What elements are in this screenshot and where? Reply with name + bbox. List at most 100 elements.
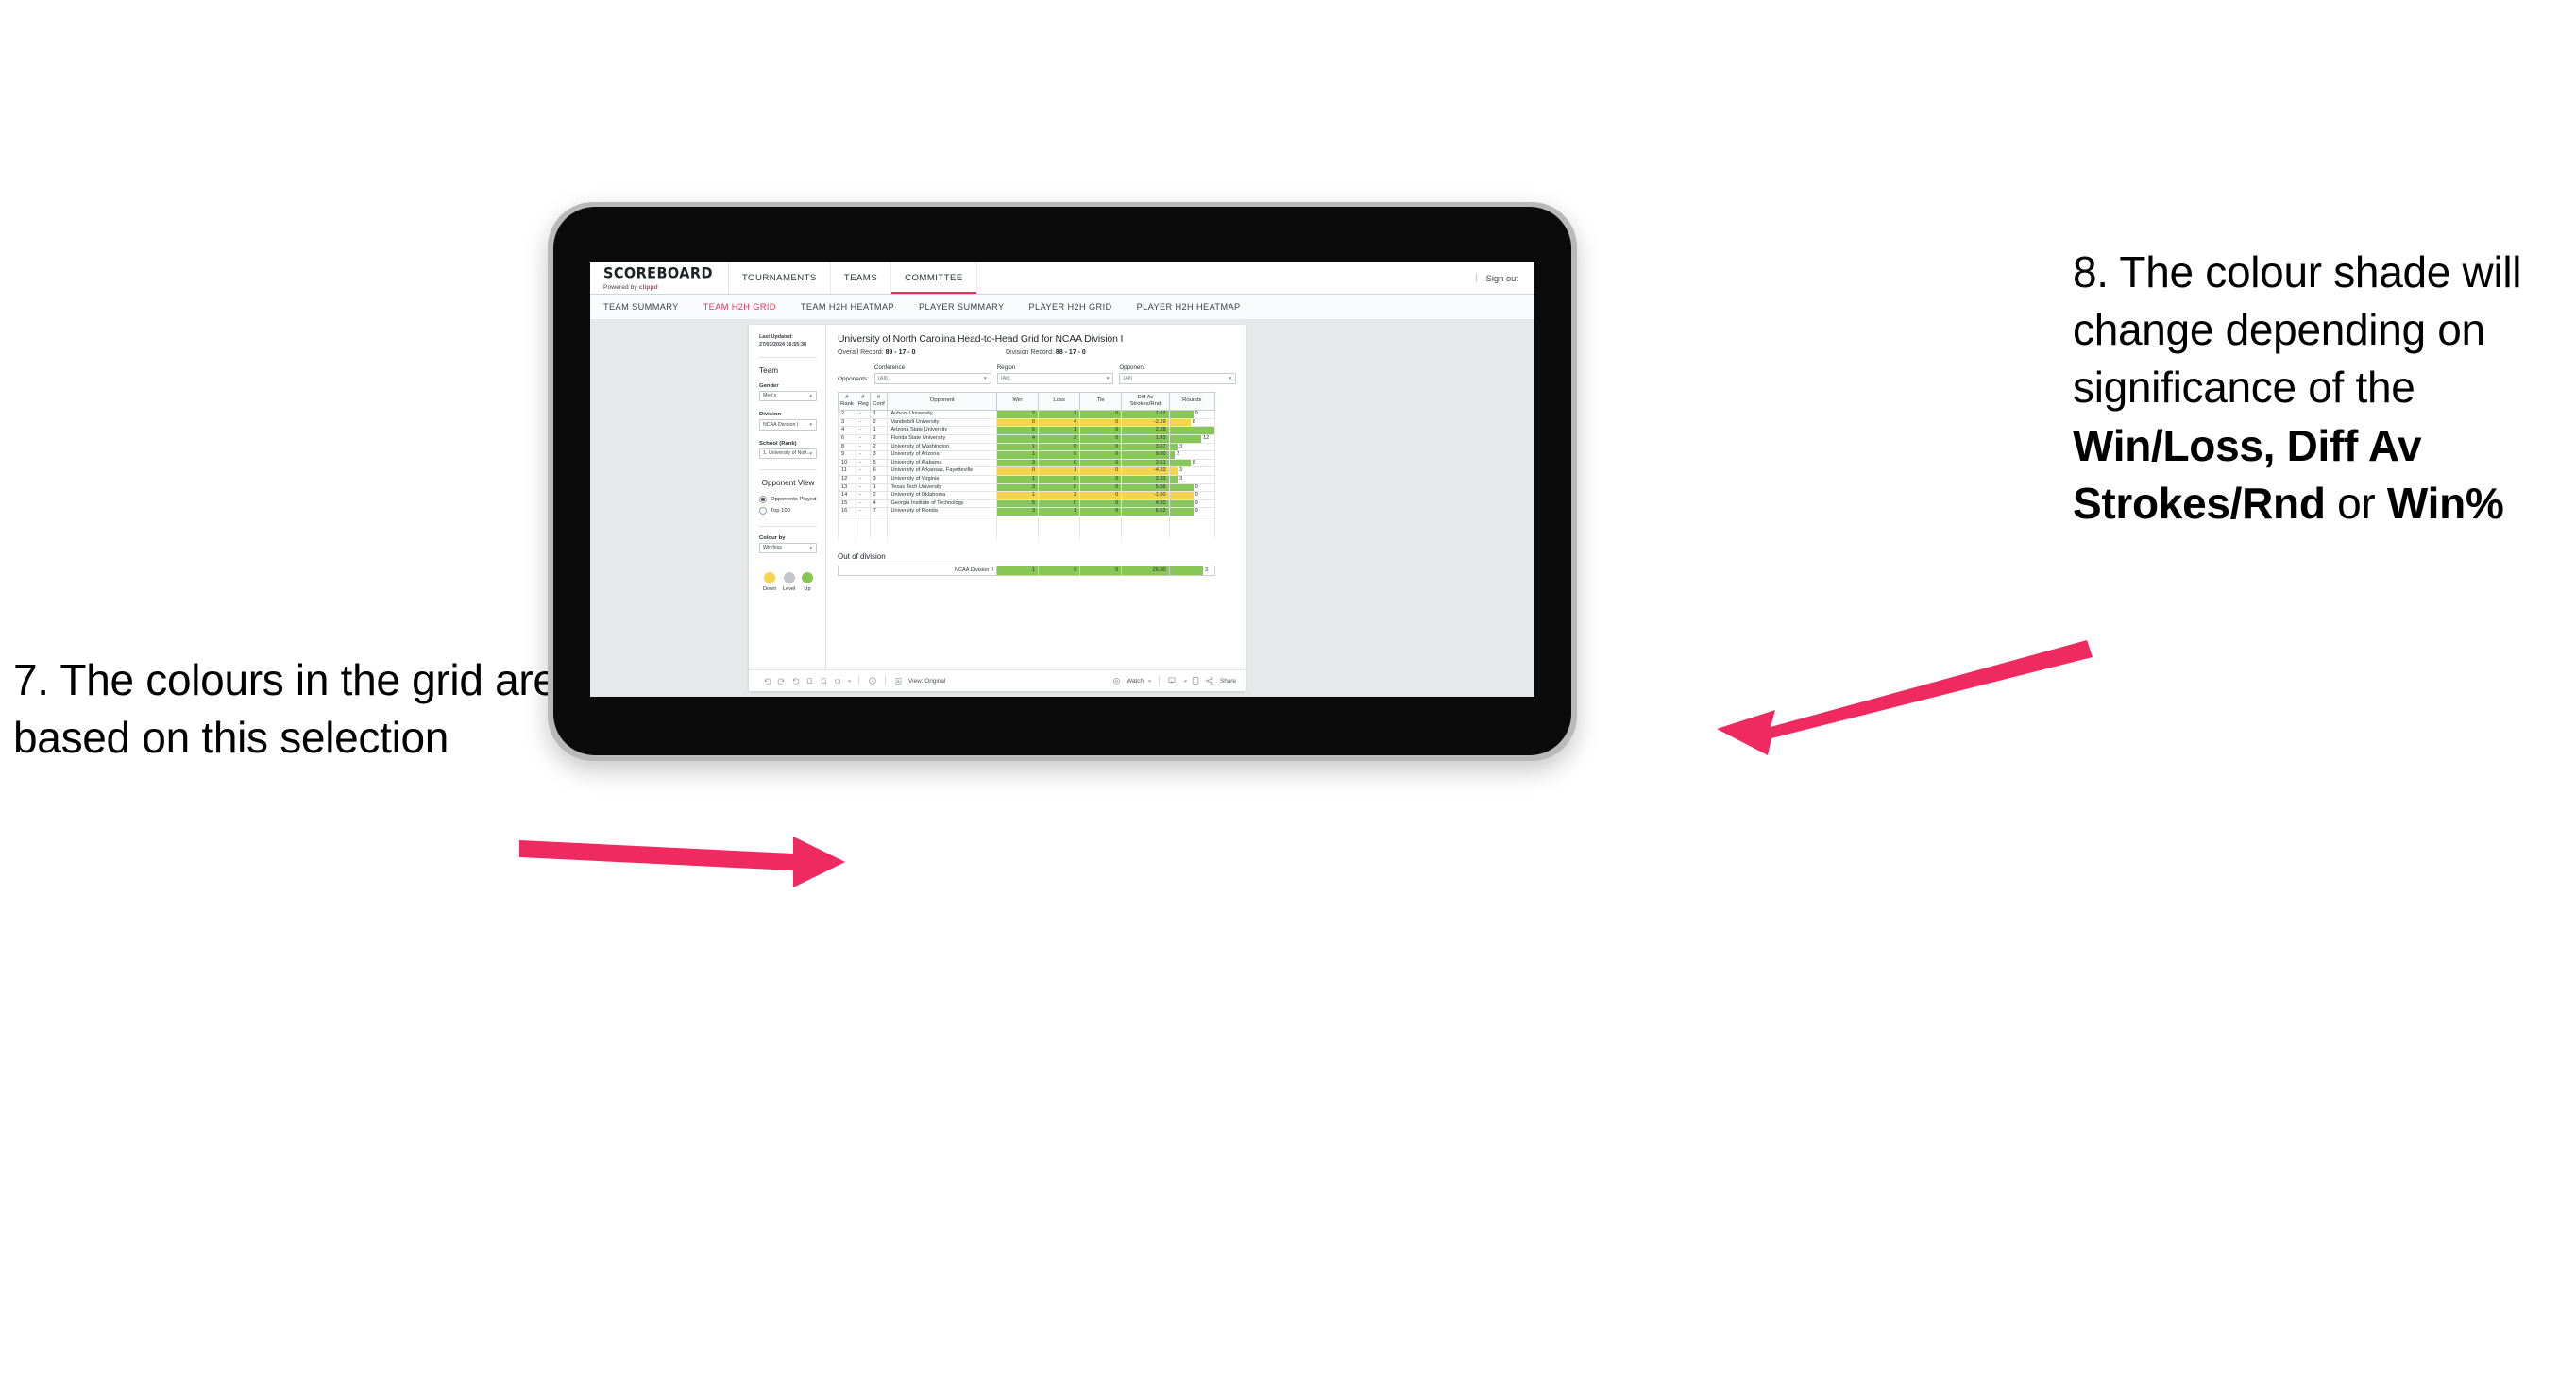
pause-icon[interactable] xyxy=(817,674,831,688)
topnav-item-teams[interactable]: TEAMS xyxy=(831,262,892,294)
cell-reg: - xyxy=(855,466,871,476)
cell-rounds: 17 xyxy=(1168,426,1216,436)
table-row[interactable]: 6-2 Florida State University 4 2 0 1.83 12 xyxy=(838,434,1216,444)
cell-loss: 0 xyxy=(1038,442,1081,452)
table-row[interactable]: 10-5 University of Alabama 3 0 0 2.61 8 xyxy=(838,458,1216,468)
sidebar-divider-2 xyxy=(759,469,817,471)
topnav-item-committee[interactable]: COMMITTEE xyxy=(891,262,977,294)
sidebar-divider-1 xyxy=(759,356,817,358)
cell-win: 3 xyxy=(995,458,1040,468)
view-title: University of North Carolina Head-to-Hea… xyxy=(838,334,1124,345)
redo-icon[interactable] xyxy=(774,674,788,688)
table-row[interactable]: 15-4 Georgia Institute of Technology 5 0 0 4.… xyxy=(838,499,1216,509)
watch-button[interactable]: Watch xyxy=(1110,674,1153,688)
colour-legend: Down Level Up xyxy=(759,564,817,592)
cell-rounds: 9 xyxy=(1168,491,1216,500)
out-of-division-table: NCAA Division II 1 0 0 26.00 3 xyxy=(838,566,1216,576)
filter-conference-select[interactable]: (All) ▼ xyxy=(874,373,991,384)
table-row[interactable]: 8-2 University of Washington 1 0 0 3.67 3 xyxy=(838,442,1216,452)
annotation-left-text: 7. The colours in the grid are based on … xyxy=(13,655,557,763)
watch-icon xyxy=(1110,674,1124,688)
table-row[interactable]: 3-2 Vanderbilt University 0 4 0 -2.29 8 xyxy=(838,417,1216,428)
fullscreen-icon[interactable] xyxy=(1189,674,1203,688)
cell-tie: 0 xyxy=(1079,466,1123,476)
cell-reg: - xyxy=(855,426,871,436)
signout-link[interactable]: Sign out xyxy=(1486,273,1518,283)
cell-conf: 3 xyxy=(869,475,889,484)
col-win[interactable]: Win xyxy=(995,391,1040,412)
col-loss-l1: Loss xyxy=(1053,397,1065,404)
cell-rounds: 9 xyxy=(1168,482,1216,493)
legend-dot-down xyxy=(764,572,776,584)
rounds-bar xyxy=(1169,566,1204,575)
refresh-icon[interactable] xyxy=(803,674,817,688)
ood-rounds: 3 xyxy=(1168,566,1216,576)
col-tie[interactable]: Tie xyxy=(1079,391,1123,412)
cell-conf: 6 xyxy=(869,466,889,476)
filter-region-select[interactable]: (All) ▼ xyxy=(996,373,1114,384)
subnav-item-player-h2h-heatmap[interactable]: PLAYER H2H HEATMAP xyxy=(1137,302,1241,312)
subnav-item-team-summary[interactable]: TEAM SUMMARY xyxy=(603,302,679,312)
table-row[interactable]: 16-7 University of Florida 3 1 0 6.62 9 xyxy=(838,507,1216,516)
subnav-item-player-h2h-grid[interactable]: PLAYER H2H GRID xyxy=(1029,302,1112,312)
chevron-down-icon: ▼ xyxy=(808,422,813,428)
table-row[interactable]: 12-3 University of Virginia 1 0 0 2.33 3 xyxy=(838,475,1216,484)
cell-loss: 4 xyxy=(1038,417,1081,428)
undo-icon[interactable] xyxy=(760,674,774,688)
revert-icon[interactable] xyxy=(788,674,803,688)
cell-loss: 0 xyxy=(1038,450,1081,460)
table-row[interactable]: 9-3 University of Arizona 1 0 0 9.00 2 xyxy=(838,450,1216,460)
col-opponent[interactable]: Opponent xyxy=(887,391,997,412)
toolbar-divider-3 xyxy=(1158,676,1160,685)
cell-loss: 0 xyxy=(1038,482,1081,493)
filter-conference-value: (All) xyxy=(878,375,888,381)
rounds-bar xyxy=(1170,467,1178,475)
rounds-bar xyxy=(1170,500,1194,507)
radio-icon-selected xyxy=(759,496,767,504)
subnav-item-team-h2h-heatmap[interactable]: TEAM H2H HEATMAP xyxy=(801,302,894,312)
col-diff-l2: Strokes/Rnd xyxy=(1129,400,1161,407)
subnav-item-player-summary[interactable]: PLAYER SUMMARY xyxy=(919,302,1005,312)
select-division[interactable]: NCAA Division I ▼ xyxy=(759,419,817,431)
col-loss[interactable]: Loss xyxy=(1038,391,1081,412)
filter-opponent-select[interactable]: (All) ▼ xyxy=(1119,373,1237,384)
table-row[interactable]: 13-1 Texas Tech University 3 0 0 5.56 9 xyxy=(838,482,1216,493)
cell-conf: 1 xyxy=(869,410,889,419)
select-colour-by-value: Win/loss xyxy=(763,545,783,551)
view-original-button[interactable]: View: Original xyxy=(891,674,945,688)
cell-win: 5 xyxy=(995,499,1040,509)
table-blank-cell xyxy=(1168,516,1216,545)
filter-region-value: (All) xyxy=(1000,375,1010,381)
cell-diff-av-strokes: -4.33 xyxy=(1121,466,1170,476)
table-row[interactable]: 2-1 Auburn University 2 1 0 1.67 9 xyxy=(838,410,1216,419)
topnav-item-tournaments[interactable]: TOURNAMENTS xyxy=(729,262,831,294)
select-colour-by[interactable]: Win/loss ▼ xyxy=(759,542,817,554)
share-button[interactable]: Share xyxy=(1203,674,1236,688)
cell-reg: - xyxy=(855,442,871,452)
chevron-down-icon[interactable] xyxy=(845,674,853,688)
col-conf[interactable]: # Conf xyxy=(869,391,889,412)
chevron-down-icon xyxy=(1182,674,1189,688)
table-row[interactable]: 4-1Arizona State University5102.2817 xyxy=(838,426,1216,436)
col-reg[interactable]: # Reg xyxy=(855,391,871,412)
col-diff-av-strokes[interactable]: Diff Av Strokes/Rnd xyxy=(1121,391,1170,412)
rectangle-select-icon[interactable] xyxy=(831,674,845,688)
annotation-right-bold1: Win/Loss xyxy=(2073,420,2263,470)
col-rank-l2: Rank xyxy=(840,400,854,407)
select-school-rank[interactable]: 1. University of Nort... ▼ xyxy=(759,448,817,460)
opponent-filters: Opponents: Conference (All) ▼ Region (Al… xyxy=(838,364,1237,384)
table-row[interactable]: 11-6 University of Arkansas, Fayetteville… xyxy=(838,466,1216,476)
col-rounds[interactable]: Rounds xyxy=(1168,391,1216,412)
select-gender[interactable]: Men's ▼ xyxy=(759,390,817,402)
brand-logo[interactable]: SCOREBOARD Powered by clippd xyxy=(590,262,729,294)
radio-top-100[interactable]: Top 100 xyxy=(759,506,817,515)
dashboard-card: Last Updated: 27/03/2024 16:55:38 Team G… xyxy=(749,325,1246,691)
radio-opponents-played[interactable]: Opponents Played xyxy=(759,496,817,504)
share-icon xyxy=(1203,674,1217,688)
subnav-item-team-h2h-grid[interactable]: TEAM H2H GRID xyxy=(703,302,776,312)
table-row[interactable]: 14-2 University of Oklahoma 1 2 0 -1.00 9 xyxy=(838,491,1216,500)
col-rank[interactable]: # Rank xyxy=(838,391,856,412)
dashboard-sidebar: Last Updated: 27/03/2024 16:55:38 Team G… xyxy=(749,325,826,669)
clock-icon[interactable] xyxy=(865,674,879,688)
download-button[interactable] xyxy=(1165,674,1189,688)
